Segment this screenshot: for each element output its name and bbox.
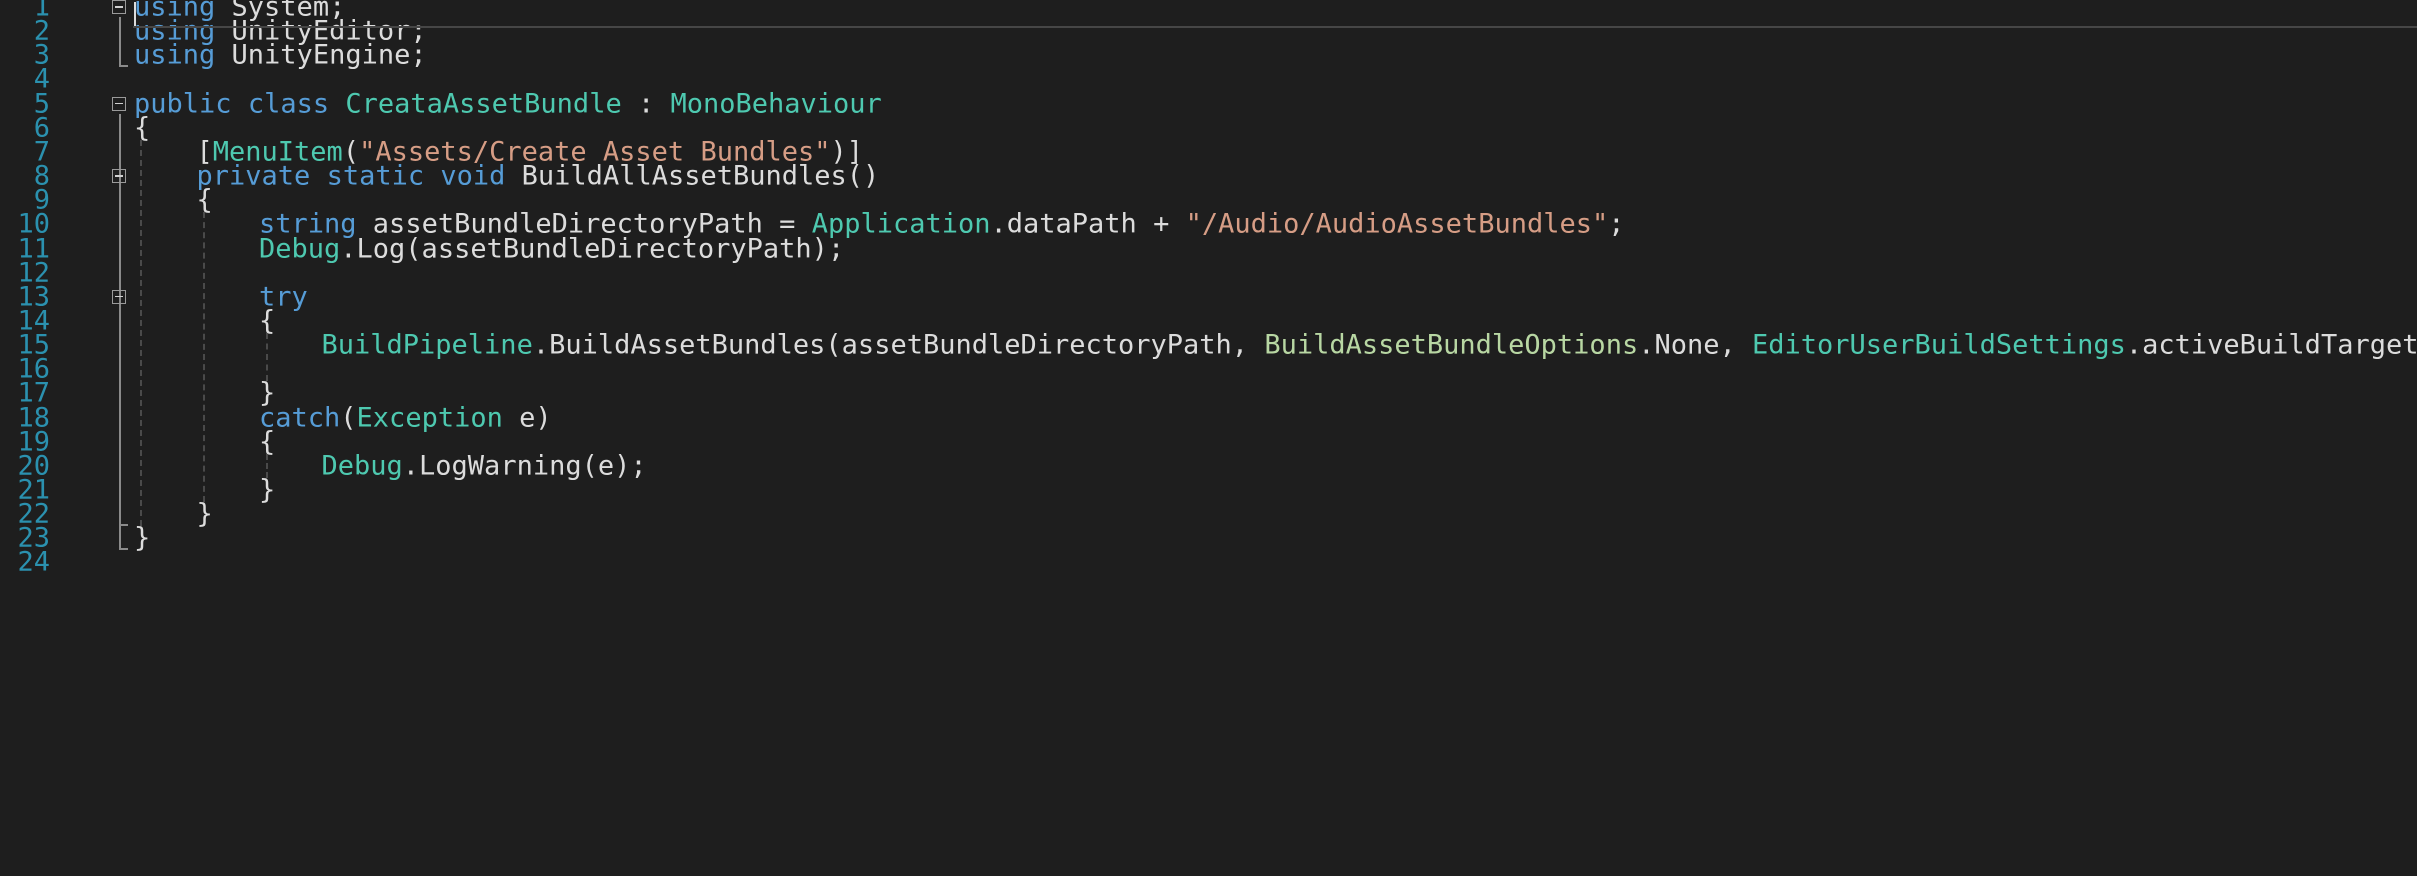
code-editor[interactable]: 1 using System; 2 using UnityEditor; 3 using … [0, 0, 2417, 876]
outline-bracket [119, 17, 128, 68]
collapse-minus-icon[interactable] [112, 289, 126, 304]
line-number: 24 [17, 546, 50, 578]
indent-guide [266, 333, 268, 382]
code-line[interactable]: 24 [0, 544, 2417, 581]
current-line-highlight [133, 0, 2417, 28]
collapse-minus-icon[interactable] [112, 169, 126, 184]
indent-guide [140, 139, 142, 527]
collapse-minus-icon[interactable] [112, 96, 126, 111]
outline-bracket [119, 186, 128, 527]
indent-guide [266, 453, 268, 478]
indent-guide [203, 212, 205, 502]
collapse-minus-icon[interactable] [112, 0, 126, 14]
text-caret [134, 2, 136, 26]
